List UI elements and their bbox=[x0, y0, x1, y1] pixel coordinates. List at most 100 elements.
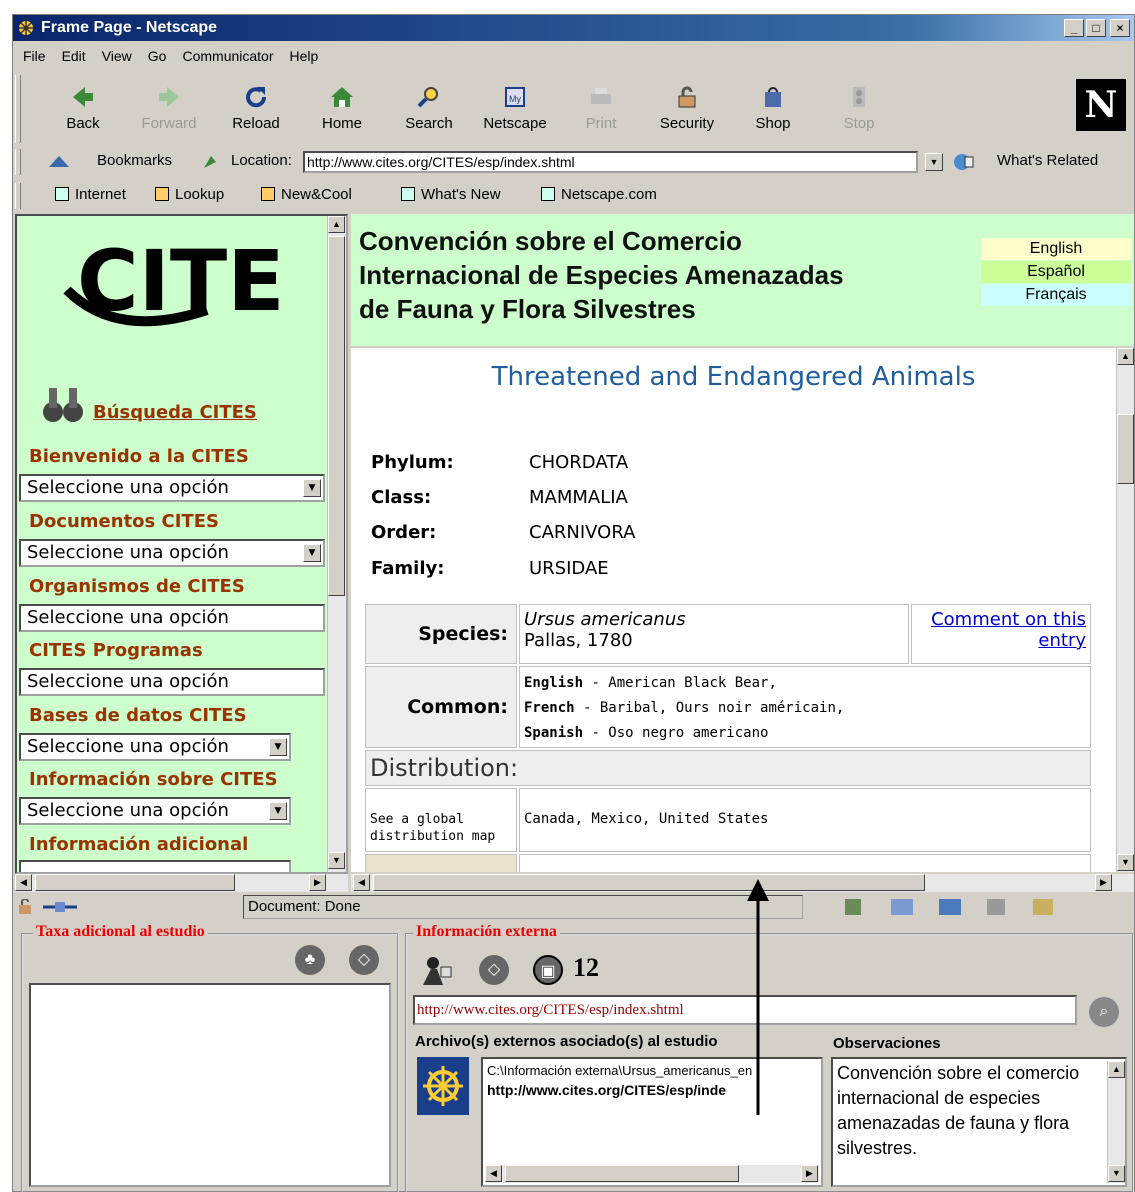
save-link-icon[interactable]: ▣ bbox=[533, 955, 563, 985]
menu-help[interactable]: Help bbox=[290, 48, 319, 64]
distribution-map-link[interactable]: See a global distribution map bbox=[365, 788, 517, 852]
comment-link[interactable]: Comment on this entry bbox=[911, 604, 1091, 664]
scroll-down-arrow-icon[interactable]: ▼ bbox=[1108, 1165, 1125, 1182]
menu-go[interactable]: Go bbox=[148, 48, 167, 64]
menu-bar: File Edit View Go Communicator Help bbox=[13, 43, 1134, 69]
security-button[interactable]: Security bbox=[649, 75, 725, 143]
lang-french-link[interactable]: Français bbox=[981, 284, 1131, 306]
link-person-icon[interactable] bbox=[419, 955, 455, 987]
documents-select-value: Seleccione una opción bbox=[27, 542, 229, 563]
personal-internet[interactable]: Internet bbox=[55, 186, 126, 203]
ship-wheel-icon[interactable] bbox=[417, 1057, 469, 1115]
distribution-countries: Canada, Mexico, United States bbox=[519, 788, 1091, 852]
menu-edit[interactable]: Edit bbox=[62, 48, 86, 64]
hscroll-thumb[interactable] bbox=[35, 874, 235, 891]
scroll-left-arrow-icon[interactable]: ◀ bbox=[485, 1165, 502, 1182]
home-button[interactable]: Home bbox=[304, 75, 380, 143]
welcome-select[interactable]: Seleccione una opción ▼ bbox=[19, 474, 325, 502]
scroll-up-arrow-icon[interactable]: ▲ bbox=[328, 216, 345, 233]
security-status-icon[interactable] bbox=[17, 899, 39, 915]
class-value: MAMMALIA bbox=[529, 487, 628, 508]
status-text: Document: Done bbox=[243, 895, 803, 919]
lang-spanish-link[interactable]: Español bbox=[981, 261, 1131, 283]
search-button[interactable]: Search bbox=[391, 75, 467, 143]
map-link-line2: distribution map bbox=[370, 829, 496, 844]
scroll-down-arrow-icon[interactable]: ▼ bbox=[328, 852, 345, 869]
associated-files-label: Archivo(s) externos asociado(s) al estud… bbox=[415, 1033, 718, 1050]
bookmark-page-icon bbox=[541, 187, 555, 201]
annotation-arrow bbox=[747, 879, 769, 1115]
section-heading-welcome: Bienvenido a la CITES bbox=[29, 446, 249, 467]
additional-select[interactable] bbox=[19, 860, 291, 872]
add-taxa-icon[interactable]: ♣ bbox=[295, 945, 325, 975]
scroll-thumb[interactable] bbox=[328, 236, 345, 596]
family-value: URSIDAE bbox=[529, 558, 609, 579]
scroll-right-arrow-icon[interactable]: ▶ bbox=[309, 874, 326, 891]
observations-textarea[interactable]: Convención sobre el comercio internacion… bbox=[831, 1057, 1127, 1187]
menu-file[interactable]: File bbox=[23, 48, 46, 64]
shop-button[interactable]: Shop bbox=[735, 75, 811, 143]
scroll-right-arrow-icon[interactable]: ▶ bbox=[801, 1165, 818, 1182]
scroll-up-arrow-icon[interactable]: ▲ bbox=[1108, 1061, 1125, 1078]
distribution-empty-cell bbox=[519, 854, 1091, 872]
organisms-select[interactable]: Seleccione una opción bbox=[19, 604, 325, 632]
main-frame-scrollbar[interactable]: ▲ ▼ bbox=[1116, 348, 1134, 872]
scroll-left-arrow-icon[interactable]: ◀ bbox=[15, 874, 32, 891]
left-frame-scrollbar[interactable]: ▲ ▼ bbox=[327, 216, 345, 872]
reload-button[interactable]: Reload bbox=[218, 75, 294, 143]
cites-search-link[interactable]: Búsqueda CITES bbox=[93, 402, 257, 423]
padlock-icon bbox=[678, 86, 696, 108]
bookmarks-button[interactable]: Bookmarks bbox=[97, 152, 172, 169]
reload-icon bbox=[246, 87, 267, 108]
scroll-right-arrow-icon[interactable]: ▶ bbox=[1095, 874, 1112, 891]
minimize-button[interactable]: _ bbox=[1064, 19, 1084, 37]
scroll-left-arrow-icon[interactable]: ◀ bbox=[353, 874, 370, 891]
section-heading-information: Información sobre CITES bbox=[29, 769, 278, 790]
menu-communicator[interactable]: Communicator bbox=[182, 48, 273, 64]
close-button[interactable]: × bbox=[1110, 19, 1130, 37]
personal-lookup[interactable]: Lookup bbox=[155, 186, 224, 203]
folder-icon bbox=[155, 187, 169, 201]
print-button[interactable]: Print bbox=[563, 75, 639, 143]
eraser-icon[interactable]: ◇ bbox=[349, 945, 379, 975]
documents-select[interactable]: Seleccione una opción ▼ bbox=[19, 539, 325, 567]
scroll-down-arrow-icon[interactable]: ▼ bbox=[1117, 854, 1134, 871]
left-frame-hscrollbar[interactable]: ◀ ▶ bbox=[15, 874, 348, 892]
scroll-up-arrow-icon[interactable]: ▲ bbox=[1117, 348, 1134, 365]
whats-related-button[interactable]: What's Related bbox=[997, 152, 1098, 169]
search-url-icon[interactable]: ⌕ bbox=[1089, 997, 1119, 1027]
programs-select[interactable]: Seleccione una opción bbox=[19, 668, 325, 696]
hscroll-thumb[interactable] bbox=[373, 874, 925, 891]
netscape-logo[interactable]: N bbox=[1076, 79, 1126, 131]
menu-view[interactable]: View bbox=[102, 48, 132, 64]
location-dropdown-icon[interactable]: ▼ bbox=[925, 153, 943, 171]
scroll-thumb[interactable] bbox=[1117, 414, 1134, 484]
maximize-button[interactable]: □ bbox=[1086, 19, 1106, 37]
french-lang-label: French bbox=[524, 700, 575, 716]
header-frame: Convención sobre el Comercio Internacion… bbox=[351, 214, 1134, 346]
personal-netscape-com[interactable]: Netscape.com bbox=[541, 186, 657, 203]
family-label: Family: bbox=[371, 558, 445, 579]
stop-button[interactable]: Stop bbox=[821, 75, 897, 143]
taxa-list[interactable] bbox=[29, 983, 391, 1187]
forward-button[interactable]: Forward bbox=[131, 75, 207, 143]
location-url-field[interactable]: http://www.cites.org/CITES/esp/index.sht… bbox=[303, 151, 918, 173]
netscape-button[interactable]: My Netscape bbox=[477, 75, 553, 143]
component-bar-icons[interactable] bbox=[843, 897, 1103, 917]
personal-whats-new[interactable]: What's New bbox=[401, 186, 501, 203]
clear-link-icon[interactable]: ◇ bbox=[479, 955, 509, 985]
print-label: Print bbox=[585, 115, 617, 132]
files-hscrollbar[interactable]: ◀ ▶ bbox=[485, 1165, 819, 1183]
personal-newcool[interactable]: New&Cool bbox=[261, 186, 352, 203]
hscroll-thumb[interactable] bbox=[505, 1165, 739, 1182]
lang-english-link[interactable]: English bbox=[981, 238, 1131, 260]
information-select[interactable]: Seleccione una opción ▼ bbox=[19, 797, 291, 825]
observations-scrollbar[interactable]: ▲ ▼ bbox=[1107, 1061, 1125, 1183]
toolbar-grip[interactable] bbox=[15, 75, 21, 143]
back-button[interactable]: Back bbox=[45, 75, 121, 143]
distribution-map-thumbnail[interactable] bbox=[365, 854, 517, 872]
chevron-down-icon: ▼ bbox=[269, 802, 287, 820]
databases-select[interactable]: Seleccione una opción ▼ bbox=[19, 733, 291, 761]
status-bar: Document: Done bbox=[13, 893, 1134, 921]
personal-netscape-com-label: Netscape.com bbox=[561, 186, 657, 203]
